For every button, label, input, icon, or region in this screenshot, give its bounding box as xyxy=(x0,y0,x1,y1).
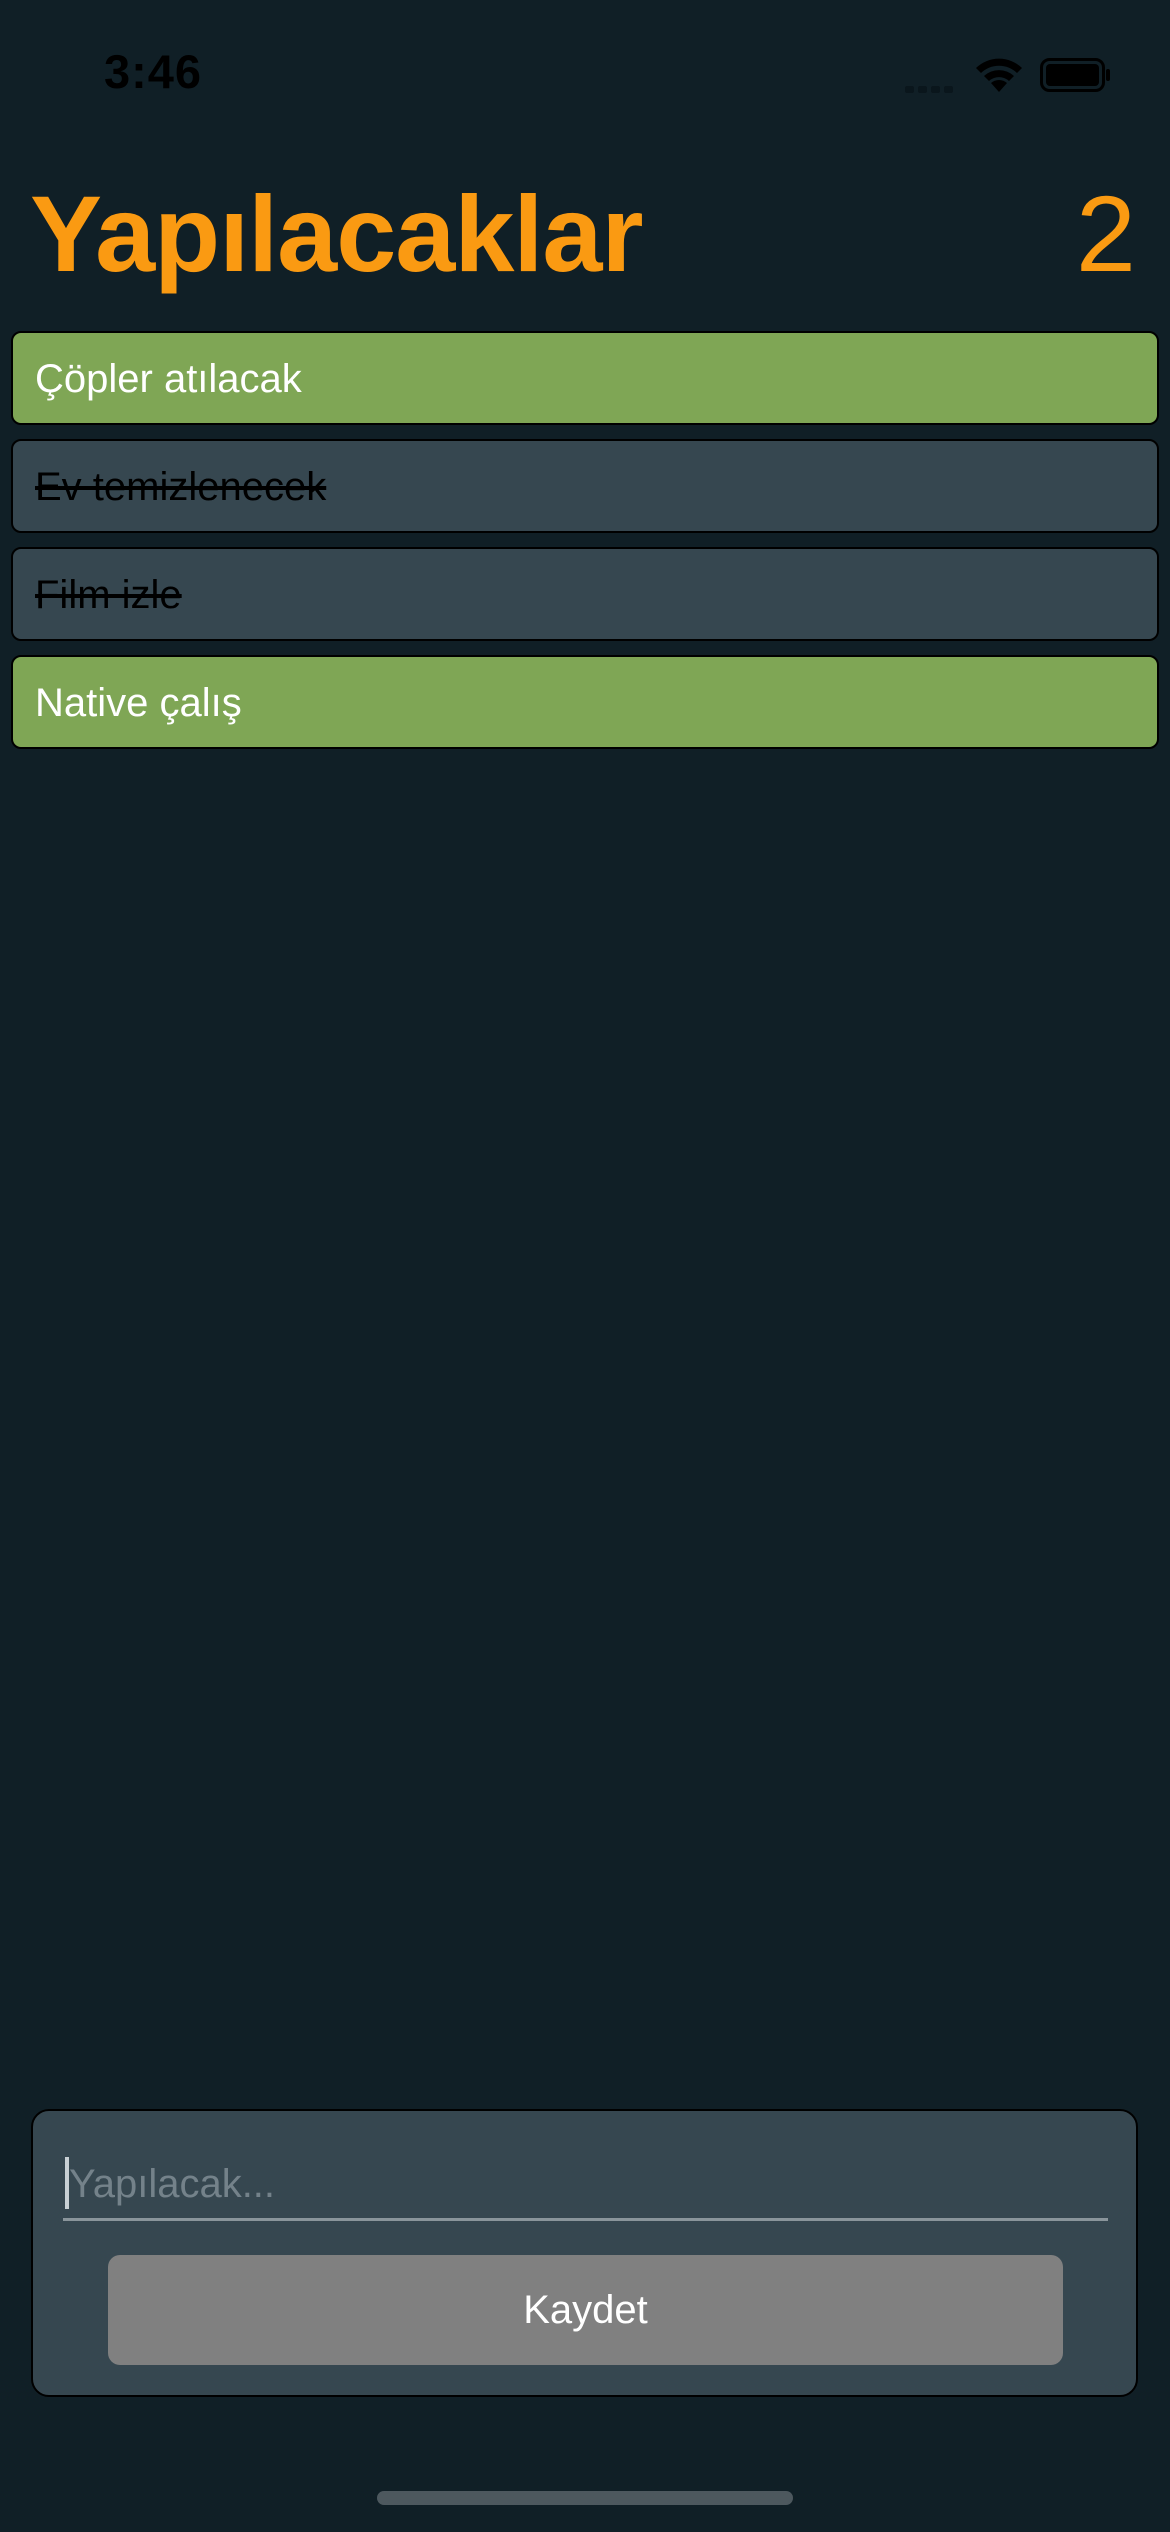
home-indicator[interactable] xyxy=(377,2491,793,2505)
page-title: Yapılacaklar xyxy=(30,173,643,294)
header: Yapılacaklar 2 xyxy=(0,170,1170,300)
signal-icon xyxy=(905,80,957,98)
todo-item[interactable]: Native çalış xyxy=(11,655,1159,749)
entry-panel: Kaydet xyxy=(31,2109,1138,2397)
remaining-count: 2 xyxy=(1075,173,1136,294)
todo-item[interactable]: Çöpler atılacak xyxy=(11,331,1159,425)
todo-item[interactable]: Film izle xyxy=(11,547,1159,641)
battery-icon xyxy=(1040,58,1110,92)
todo-item[interactable]: Ev temizlenecek xyxy=(11,439,1159,533)
todo-label: Film izle xyxy=(35,573,182,617)
todo-input[interactable] xyxy=(63,2151,1108,2221)
todo-label: Native çalış xyxy=(35,681,242,725)
wifi-icon xyxy=(976,58,1022,92)
status-bar: 3:46 xyxy=(0,0,1170,150)
todo-list: Çöpler atılacak Ev temizlenecek Film izl… xyxy=(11,331,1159,763)
status-time: 3:46 xyxy=(104,45,203,98)
text-caret xyxy=(65,2157,69,2209)
save-button[interactable]: Kaydet xyxy=(108,2255,1063,2365)
todo-label: Ev temizlenecek xyxy=(35,465,327,509)
todo-label: Çöpler atılacak xyxy=(35,357,302,401)
